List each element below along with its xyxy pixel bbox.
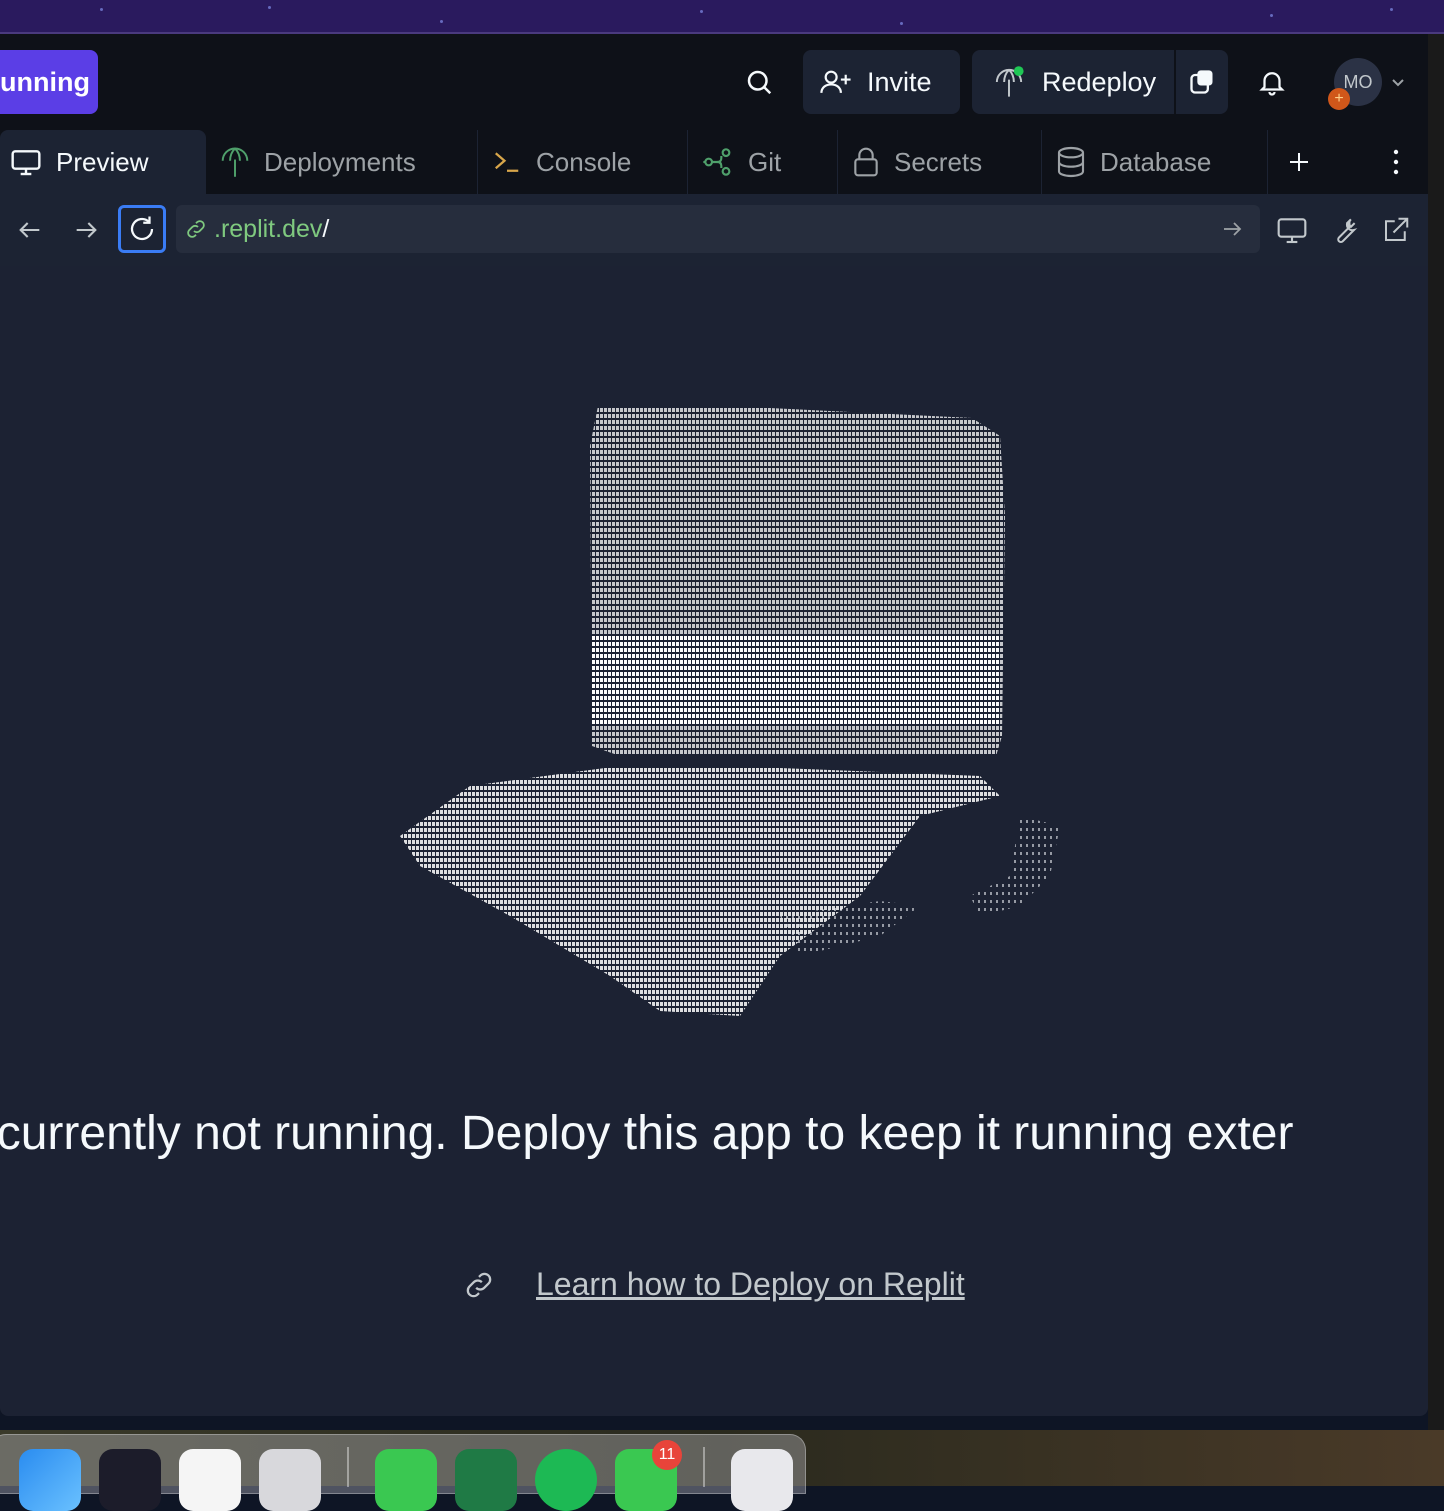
tab-label: Git: [748, 146, 782, 177]
pane-tabs: Preview Deployments Console Git Secrets …: [0, 130, 1428, 194]
invite-label: Invite: [867, 66, 932, 97]
link-icon: [187, 220, 205, 238]
message-text: pp is currently not running. Deploy this…: [0, 1107, 1294, 1160]
search-icon: [747, 70, 772, 95]
trash-icon[interactable]: [731, 1449, 793, 1511]
url-host: .replit.dev: [214, 214, 323, 243]
macos-dock: [0, 1434, 806, 1511]
devtools-button[interactable]: [1270, 208, 1314, 252]
tab-deployments[interactable]: Deployments: [206, 130, 478, 194]
dock-separator: [703, 1447, 705, 1487]
lock-icon: [854, 147, 878, 177]
window-edge: [1428, 34, 1444, 1434]
webex-app-icon[interactable]: [99, 1449, 161, 1511]
more-vertical-icon: [1393, 149, 1399, 175]
tab-label: Deployments: [264, 146, 416, 177]
invite-button[interactable]: Invite: [803, 50, 960, 114]
copy-icon: [1190, 70, 1213, 94]
iphone-mirroring-app-icon[interactable]: [259, 1449, 321, 1511]
url-path: /: [322, 214, 330, 243]
arrow-right-icon: [1224, 222, 1242, 236]
add-user-icon: [820, 70, 851, 94]
search-button[interactable]: [735, 62, 783, 102]
go-button[interactable]: [1216, 213, 1248, 245]
terminal-icon: [495, 152, 519, 172]
external-link-icon: [1385, 217, 1409, 241]
arrow-left-icon: [19, 222, 40, 238]
notification-badge: 11: [652, 1440, 682, 1470]
tab-label: Secrets: [894, 146, 983, 177]
spotify-app-icon[interactable]: [535, 1449, 597, 1511]
not-running-message: pp is currently not running. Deploy this…: [0, 1106, 1428, 1161]
monitor-icon: [1277, 218, 1307, 244]
notifications-button[interactable]: [1248, 62, 1296, 102]
database-icon: [1057, 146, 1085, 178]
deploy-icon: [221, 147, 249, 177]
add-tab-button[interactable]: [1279, 142, 1319, 182]
deploy-status-icon: [995, 66, 1024, 97]
link-icon: [466, 1272, 492, 1297]
tab-label: Database: [1100, 146, 1212, 177]
learn-deploy-row: Learn how to Deploy on Replit: [462, 1266, 965, 1303]
wrench-icon: [1337, 218, 1358, 244]
more-options-button[interactable]: [1376, 142, 1416, 182]
tab-label: Preview: [56, 146, 149, 177]
excel-app-icon[interactable]: [455, 1449, 517, 1511]
workspace-header: unning Invite Redeploy MO +: [0, 34, 1428, 130]
bell-icon: [1259, 72, 1285, 96]
messages-app-icon[interactable]: [375, 1449, 437, 1511]
reload-button[interactable]: [118, 205, 166, 253]
arrow-right-icon: [76, 222, 97, 238]
refresh-icon: [130, 216, 154, 241]
replit-window: unning Invite Redeploy MO + Preview Depl…: [0, 34, 1428, 1416]
tab-console[interactable]: Console: [478, 130, 688, 194]
git-icon: [703, 148, 731, 176]
back-button[interactable]: [8, 208, 52, 252]
chevron-down-icon[interactable]: [1388, 72, 1408, 92]
xcode-app-icon[interactable]: [19, 1449, 81, 1511]
freeform-app-icon[interactable]: [179, 1449, 241, 1511]
desktop-menubar: [0, 0, 1444, 34]
monitor-icon: [11, 150, 41, 176]
tab-git[interactable]: Git: [688, 130, 838, 194]
tab-label: Console: [536, 146, 632, 177]
preview-pane: pp is currently not running. Deploy this…: [0, 266, 1428, 1416]
tab-secrets[interactable]: Secrets: [838, 130, 1042, 194]
url-field[interactable]: .replit.dev /: [176, 205, 1260, 253]
open-new-tab-button[interactable]: [1374, 208, 1418, 252]
preview-toolbar: .replit.dev /: [0, 194, 1428, 266]
ascii-art-tophat-image: [400, 406, 1060, 1016]
redeploy-label: Redeploy: [1042, 66, 1157, 97]
plus-icon: [1290, 153, 1308, 171]
forward-button[interactable]: [64, 208, 108, 252]
tab-preview[interactable]: Preview: [0, 130, 206, 194]
learn-deploy-link[interactable]: Learn how to Deploy on Replit: [536, 1266, 965, 1303]
dock-separator: [347, 1447, 349, 1487]
redeploy-button[interactable]: Redeploy: [972, 50, 1174, 114]
settings-button[interactable]: [1322, 208, 1366, 252]
redeploy-options-button[interactable]: [1176, 50, 1228, 114]
avatar-badge: +: [1328, 88, 1350, 110]
run-button[interactable]: unning: [0, 50, 98, 114]
tab-database[interactable]: Database: [1042, 130, 1268, 194]
